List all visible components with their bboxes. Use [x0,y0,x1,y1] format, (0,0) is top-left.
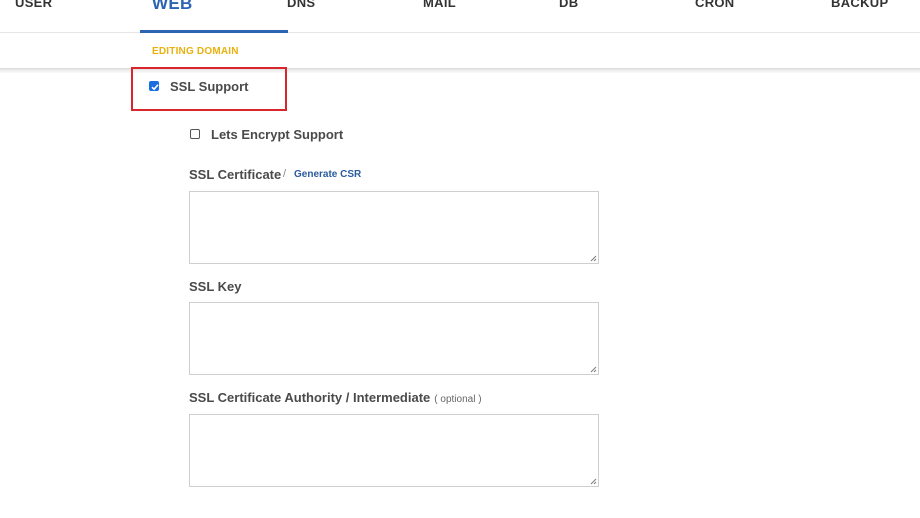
letsencrypt-label: Lets Encrypt Support [211,127,344,142]
nav-cron[interactable]: CRON [695,0,734,10]
checkmark-icon [151,84,159,91]
ssl-key-label: SSL Key [189,279,242,294]
ssl-ca-label-text: SSL Certificate Authority / Intermediate [189,390,431,405]
ssl-certificate-textarea[interactable] [189,191,599,264]
ssl-key-textarea[interactable] [189,302,599,375]
ssl-support-label: SSL Support [170,79,249,94]
nav-db[interactable]: DB [559,0,578,10]
nav-web[interactable]: WEB [152,0,193,14]
nav-backup[interactable]: BACKUP [831,0,888,10]
generate-csr-link[interactable]: Generate CSR [294,169,361,180]
letsencrypt-checkbox[interactable] [190,129,200,139]
ssl-ca-label: SSL Certificate Authority / Intermediate… [189,390,482,405]
resize-handle-icon[interactable] [590,478,597,485]
nav-mail[interactable]: MAIL [423,0,456,10]
separator: / [283,168,287,180]
optional-note: ( optional ) [434,394,482,405]
sub-header [0,33,920,70]
nav-dns[interactable]: DNS [287,0,315,10]
ssl-ca-textarea[interactable] [189,414,599,487]
ssl-support-checkbox[interactable] [149,81,159,91]
resize-handle-icon[interactable] [590,255,597,262]
resize-handle-icon[interactable] [590,366,597,373]
top-navigation: USER WEB DNS MAIL DB CRON BACKUP [0,0,920,33]
nav-user[interactable]: USER [15,0,52,10]
ssl-certificate-label: SSL Certificate [189,167,282,182]
page-title: EDITING DOMAIN [152,46,239,57]
